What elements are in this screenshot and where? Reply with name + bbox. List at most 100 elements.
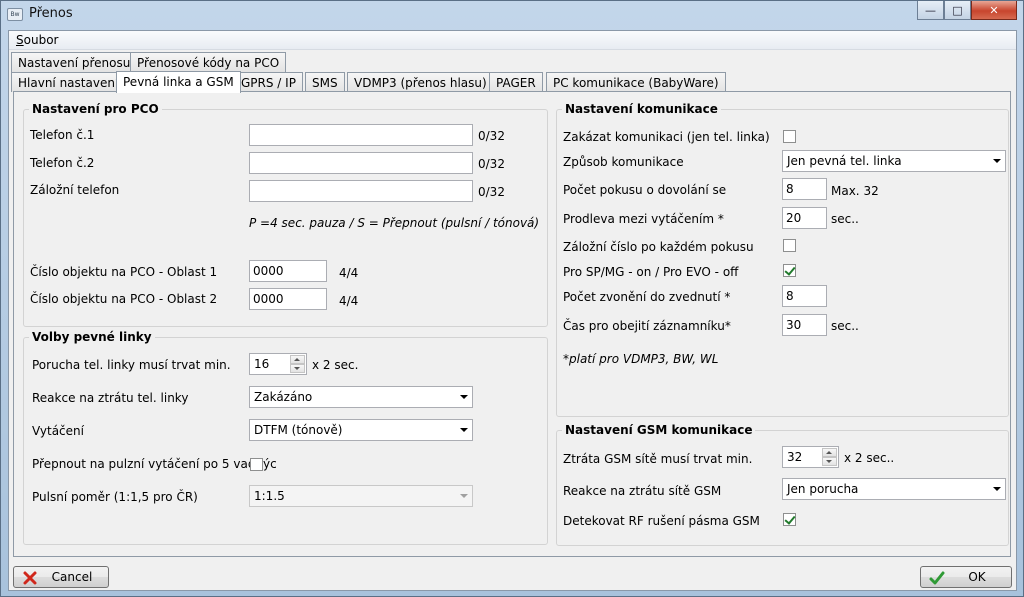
fault-duration-label: Porucha tel. linky musí trvat min.: [32, 358, 231, 372]
spin-down-icon[interactable]: [290, 364, 305, 373]
backup-phone-input[interactable]: [249, 180, 473, 202]
rings-input[interactable]: 8: [782, 285, 827, 307]
window-title: Přenos: [29, 6, 73, 21]
object2-counter: 4/4: [339, 294, 359, 308]
attempts-max: Max. 32: [831, 184, 879, 198]
gsm-loss-value: 32: [787, 450, 803, 464]
gsm-loss-label: Ztráta GSM sítě musí trvat min.: [563, 452, 753, 466]
tab-pc-communication[interactable]: PC komunikace (BabyWare): [546, 72, 726, 92]
chevron-down-icon: [460, 428, 468, 432]
gsm-loss-stepper[interactable]: 32: [782, 446, 839, 468]
phone1-counter: 0/32: [478, 129, 505, 143]
object1-label: Číslo objektu na PCO - Oblast 1: [30, 265, 218, 279]
tab-row-bottom: Hlavní nastavení Pevná linka a GSM GPRS …: [9, 71, 1009, 93]
backup-each-checkbox[interactable]: [783, 239, 796, 252]
menu-file[interactable]: Soubor: [16, 33, 58, 47]
client-area: Soubor Nastavení přenosu Přenosové kódy …: [8, 30, 1017, 591]
disable-comm-checkbox[interactable]: [783, 130, 796, 143]
cancel-button[interactable]: Cancel: [13, 566, 109, 588]
pulse-ratio-label: Pulsní poměr (1:1,5 pro ČR): [32, 490, 198, 504]
fault-duration-stepper[interactable]: 16: [249, 353, 307, 375]
app-icon: Bw: [7, 8, 23, 21]
tab-pager[interactable]: PAGER: [489, 72, 543, 92]
tab-gprs-ip[interactable]: GPRS / IP: [234, 72, 303, 92]
backup-each-label: Záložní číslo po každém pokusu: [563, 240, 754, 254]
spin-down-icon[interactable]: [822, 457, 837, 466]
maximize-button[interactable]: □: [944, 1, 971, 20]
maximize-icon: □: [952, 3, 963, 17]
pulse-ratio-value: 1:1.5: [254, 489, 285, 503]
group-pco-settings: Nastavení pro PCO Telefon č.1 0/32 Telef…: [23, 102, 548, 327]
object2-label: Číslo objektu na PCO - Oblast 2: [30, 292, 218, 306]
sp-mg-label: Pro SP/MG - on / Pro EVO - off: [563, 265, 739, 279]
comm-mode-select[interactable]: Jen pevná tel. linka: [782, 150, 1006, 172]
pulse-switch-checkbox[interactable]: [250, 458, 263, 471]
attempts-input[interactable]: 8: [782, 178, 827, 200]
tab-page: Nastavení pro PCO Telefon č.1 0/32 Telef…: [13, 91, 1011, 557]
answering-bypass-input[interactable]: 30: [782, 314, 827, 336]
tab-pco-codes[interactable]: Přenosové kódy na PCO: [130, 52, 287, 72]
answering-bypass-label: Čas pro obejití záznamníku*: [563, 319, 731, 333]
group-communication: Nastavení komunikace Zakázat komunikaci …: [556, 102, 1009, 417]
phone2-input[interactable]: [249, 152, 473, 174]
group-landline-options: Volby pevné linky Porucha tel. linky mus…: [23, 330, 548, 545]
spin-up-icon[interactable]: [290, 355, 305, 364]
window: Bw Přenos — □ ✕ Soubor Nastavení přenosu…: [0, 0, 1024, 597]
gsm-reaction-value: Jen porucha: [787, 482, 859, 496]
comm-mode-label: Způsob komunikace: [563, 155, 684, 169]
tab-landline-gsm[interactable]: Pevná linka a GSM: [116, 71, 241, 93]
dialing-value: DTFM (tónově): [254, 423, 343, 437]
disable-comm-label: Zakázat komunikaci (jen tel. linka): [563, 130, 770, 144]
backup-phone-label: Záložní telefon: [30, 183, 120, 197]
group-gsm: Nastavení GSM komunikace Ztráta GSM sítě…: [556, 423, 1009, 546]
chevron-down-icon: [460, 494, 468, 498]
group-gsm-title: Nastavení GSM komunikace: [562, 423, 756, 437]
dialing-label: Vytáčení: [32, 424, 84, 438]
sp-mg-checkbox[interactable]: [783, 264, 796, 277]
close-icon: ✕: [989, 3, 999, 17]
menu-file-accelerator: S: [16, 33, 24, 47]
comm-mode-value: Jen pevná tel. linka: [787, 154, 902, 168]
chevron-down-icon: [993, 487, 1001, 491]
gsm-reaction-label: Reakce na ztrátu sítě GSM: [563, 484, 722, 498]
tab-sms[interactable]: SMS: [305, 72, 345, 92]
object1-input[interactable]: 0000: [249, 260, 327, 282]
menu-bar: Soubor: [9, 31, 1016, 50]
dial-delay-unit: sec..: [831, 212, 859, 226]
line-loss-reaction-select[interactable]: Zakázáno: [249, 386, 473, 408]
minimize-button[interactable]: —: [917, 1, 944, 20]
phone2-counter: 0/32: [478, 157, 505, 171]
line-loss-reaction-label: Reakce na ztrátu tel. linky: [32, 391, 189, 405]
answering-bypass-unit: sec..: [831, 319, 859, 333]
rf-detect-label: Detekovat RF rušení pásma GSM: [563, 514, 760, 528]
tab-transfer-settings[interactable]: Nastavení přenosu: [11, 52, 138, 72]
comm-note: *platí pro VDMP3, BW, WL: [563, 352, 719, 366]
object2-input[interactable]: 0000: [249, 288, 327, 310]
tab-main-settings[interactable]: Hlavní nastavení: [11, 72, 126, 92]
gsm-loss-unit: x 2 sec..: [844, 451, 895, 465]
pulse-switch-label: Přepnout na pulzní vytáčení po 5 vadnýc: [32, 457, 277, 471]
gsm-loss-spin-buttons: [822, 448, 837, 466]
dialing-select[interactable]: DTFM (tónově): [249, 419, 473, 441]
tab-vdmp3[interactable]: VDMP3 (přenos hlasu): [347, 72, 494, 92]
chevron-down-icon: [460, 395, 468, 399]
minimize-icon: —: [925, 3, 936, 17]
chevron-down-icon: [993, 159, 1001, 163]
phone2-label: Telefon č.2: [30, 156, 95, 170]
fault-duration-spin-buttons: [290, 355, 305, 373]
gsm-reaction-select[interactable]: Jen porucha: [782, 478, 1006, 500]
ok-button[interactable]: OK: [920, 566, 1012, 588]
attempts-label: Počet pokusu o dovolání se: [563, 183, 727, 197]
phone1-input[interactable]: [249, 124, 473, 146]
close-button[interactable]: ✕: [971, 1, 1017, 20]
window-controls: — □ ✕: [917, 1, 1017, 21]
object1-counter: 4/4: [339, 266, 359, 280]
pulse-ratio-select: 1:1.5: [249, 485, 473, 507]
spin-up-icon[interactable]: [822, 448, 837, 457]
dial-delay-input[interactable]: 20: [782, 207, 827, 229]
rf-detect-checkbox[interactable]: [783, 513, 796, 526]
title-bar[interactable]: Bw Přenos — □ ✕: [1, 1, 1023, 29]
menu-file-label: oubor: [23, 33, 59, 47]
phone1-label: Telefon č.1: [30, 128, 95, 142]
fault-duration-value: 16: [254, 357, 270, 371]
